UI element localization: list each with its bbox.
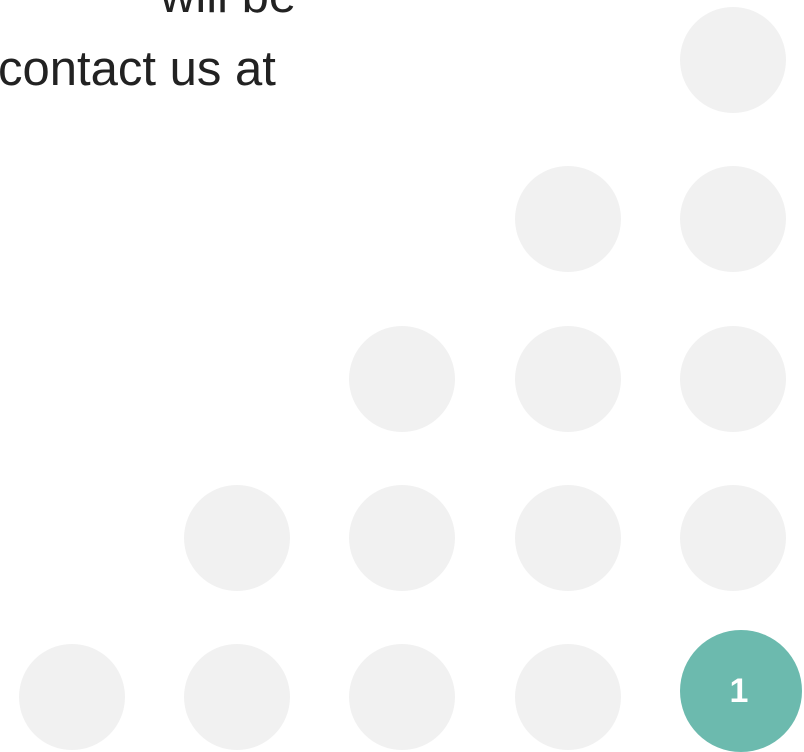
decorative-dot (680, 7, 786, 113)
decorative-dot (349, 485, 455, 591)
page-number-badge: 1 (680, 630, 802, 752)
decorative-dot (680, 166, 786, 272)
body-text: will be contact us at (0, 0, 418, 106)
decorative-dot (184, 485, 290, 591)
decorative-dot (515, 166, 621, 272)
body-text-line: will be (0, 0, 418, 33)
page-number: 1 (729, 671, 749, 710)
decorative-dot (515, 644, 621, 750)
decorative-dot (184, 644, 290, 750)
decorative-dot (349, 326, 455, 432)
decorative-dot (19, 644, 125, 750)
decorative-dot (680, 485, 786, 591)
decorative-dot (515, 485, 621, 591)
decorative-dot (680, 326, 786, 432)
decorative-dot (515, 326, 621, 432)
decorative-dot (349, 644, 455, 750)
body-text-line: contact us at (0, 42, 276, 96)
